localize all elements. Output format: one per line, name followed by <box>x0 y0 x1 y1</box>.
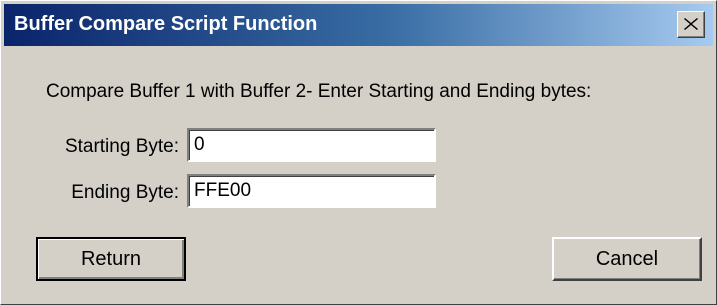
starting-byte-label: Starting Byte: <box>64 136 179 157</box>
cancel-button[interactable]: Cancel <box>552 237 702 281</box>
title-bar[interactable]: Buffer Compare Script Function <box>4 4 713 46</box>
starting-byte-input[interactable] <box>187 128 436 162</box>
buffer-compare-dialog: Buffer Compare Script Function Compare B… <box>0 0 717 305</box>
ending-byte-input[interactable] <box>187 174 436 208</box>
return-button[interactable]: Return <box>36 237 186 281</box>
dialog-title: Buffer Compare Script Function <box>14 13 318 35</box>
close-button[interactable] <box>677 11 705 38</box>
ending-byte-label: Ending Byte: <box>71 182 179 203</box>
instruction-text: Compare Buffer 1 with Buffer 2- Enter St… <box>46 81 592 102</box>
close-icon <box>684 18 698 30</box>
